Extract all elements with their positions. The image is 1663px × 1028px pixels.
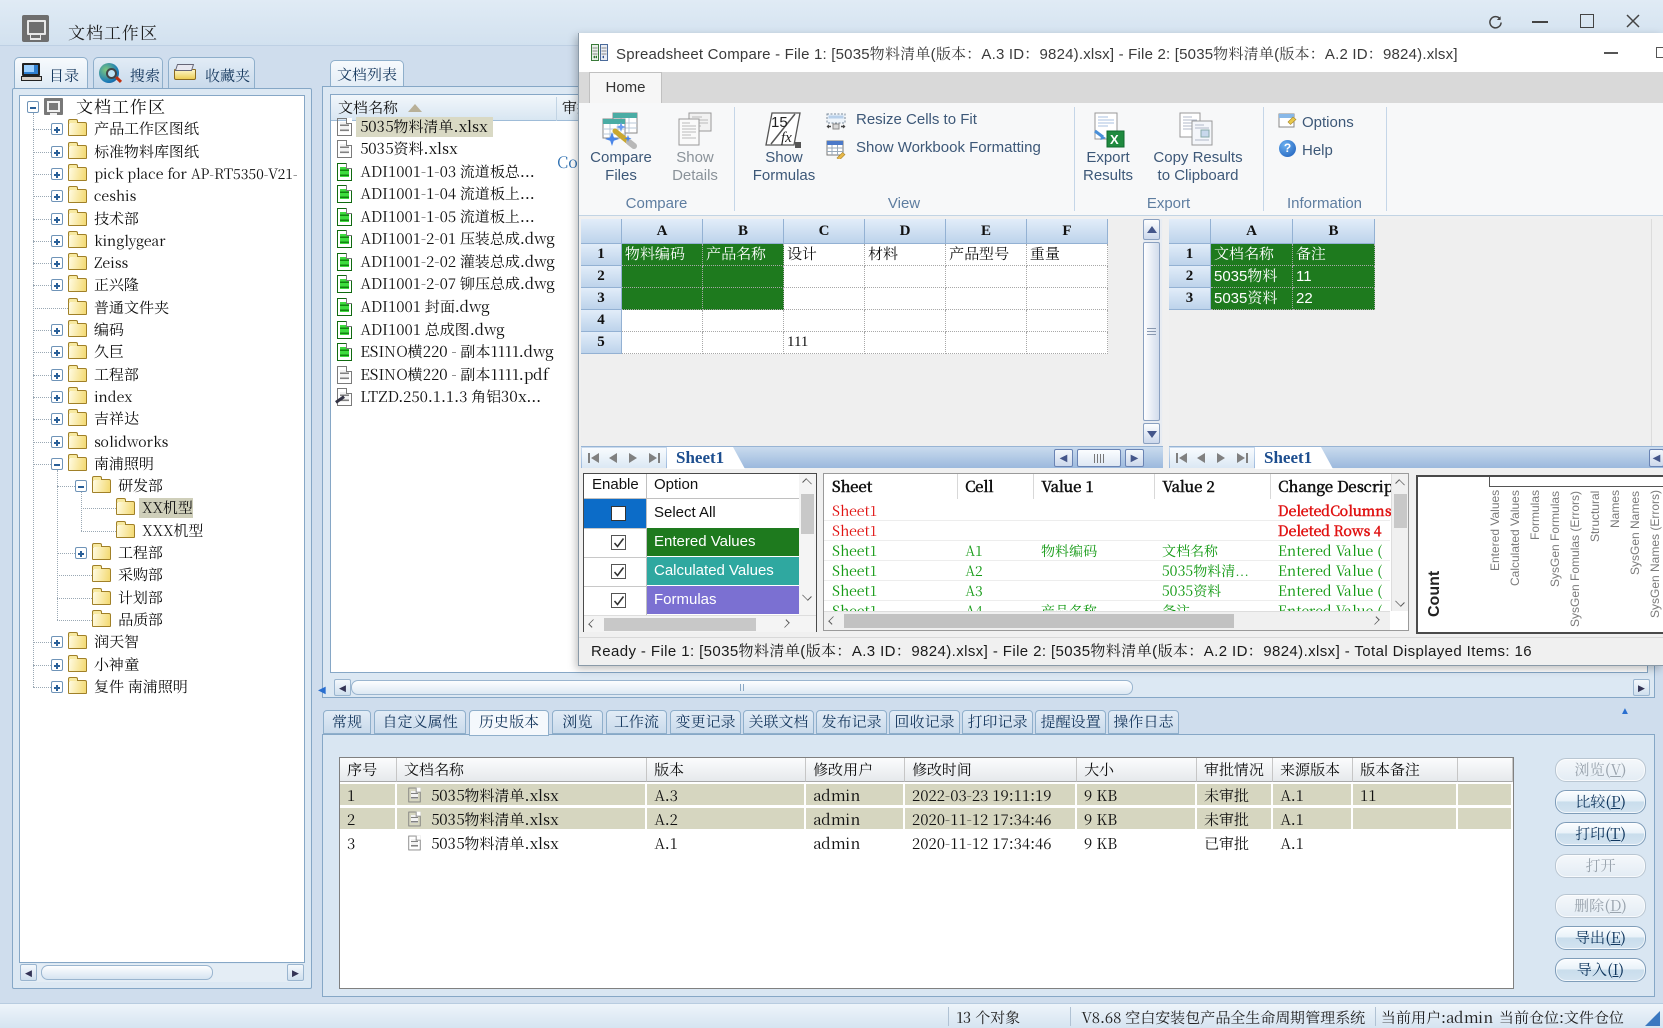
svg-text:fx: fx xyxy=(781,130,792,146)
svg-text:15: 15 xyxy=(771,114,788,131)
svg-text:X: X xyxy=(1110,132,1119,147)
